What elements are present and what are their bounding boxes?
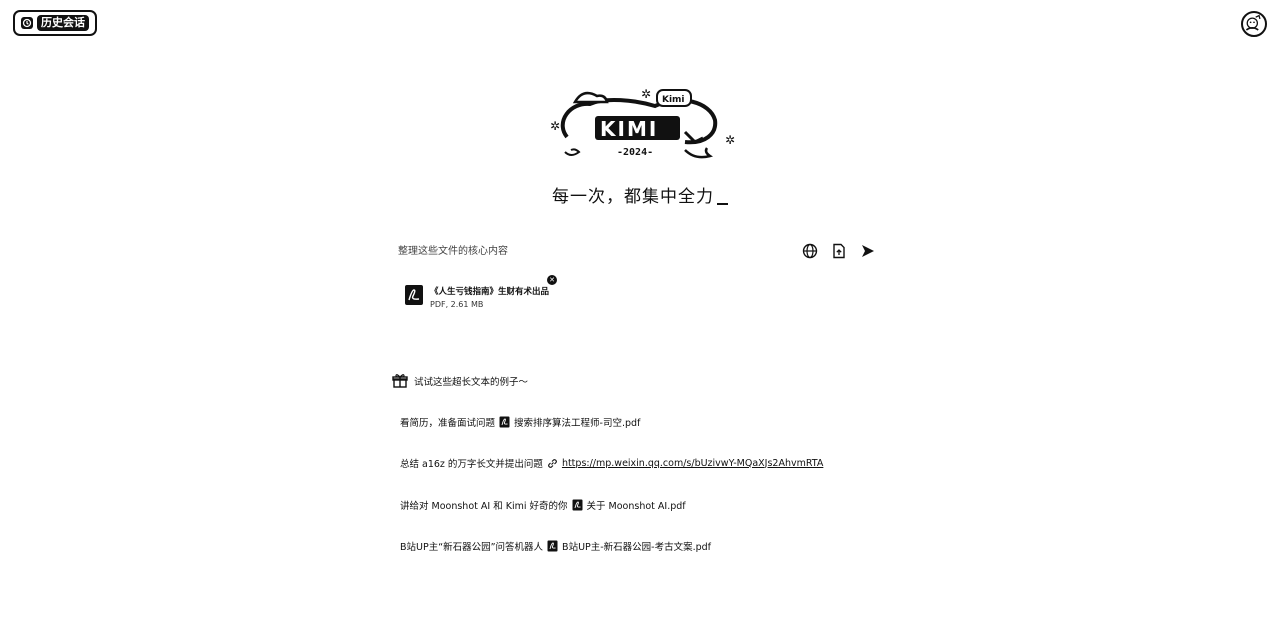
sparkle-icon: ✲ (641, 87, 651, 101)
slogan-text: 每一次，都集中全力 (552, 187, 714, 207)
user-avatar[interactable] (1241, 11, 1267, 37)
examples-heading-text: 试试这些超长文本的例子～ (414, 377, 529, 388)
example-prompt: B站UP主“新石器公园”问答机器人 (400, 542, 544, 553)
kimi-2024-logo: ✲ ✲ ✲ KIMI Kimi -2024- (545, 82, 740, 167)
send-button[interactable] (859, 242, 877, 260)
web-search-button[interactable] (801, 242, 819, 260)
upload-file-button[interactable] (830, 242, 848, 260)
example-prompt: 总结 a16z 的万字长文并提出问题 (400, 459, 543, 470)
slogan: 每一次，都集中全力 (0, 182, 1280, 207)
example-link[interactable]: https://mp.weixin.qq.com/s/bUzivwY-MQaXJ… (562, 458, 823, 469)
pdf-icon (404, 284, 424, 306)
example-item[interactable]: 总结 a16z 的万字长文并提出问题 https://mp.weixin.qq.… (400, 456, 823, 471)
example-item[interactable]: B站UP主“新石器公园”问答机器人 B站UP主-新石器公园-考古文案.pdf (400, 539, 711, 553)
globe-icon (802, 243, 818, 259)
gift-box-icon (392, 373, 408, 389)
typing-cursor (717, 203, 728, 205)
pdf-icon (547, 540, 558, 552)
history-icon (20, 16, 34, 30)
example-prompt: 看简历，准备面试问题 (400, 418, 496, 429)
file-upload-icon (833, 243, 845, 259)
remove-file-button[interactable]: ✕ (547, 275, 557, 285)
chat-input[interactable] (398, 244, 778, 255)
sparkle-icon: ✲ (550, 119, 560, 133)
example-file: 搜索排序算法工程师-司空.pdf (514, 418, 641, 429)
history-label: 历史会话 (37, 15, 89, 31)
sparkle-icon: ✲ (725, 133, 735, 147)
pdf-icon (499, 416, 510, 428)
example-file: B站UP主-新石器公园-考古文案.pdf (562, 542, 712, 553)
history-button[interactable]: 历史会话 (13, 10, 97, 36)
link-icon (547, 458, 558, 469)
attached-file-name: 《人生亏钱指南》生财有术出品 (430, 287, 550, 297)
send-icon (862, 245, 874, 257)
example-item[interactable]: 看简历，准备面试问题 搜索排序算法工程师-司空.pdf (400, 415, 640, 429)
example-file: 关于 Moonshot AI.pdf (586, 501, 686, 512)
example-item[interactable]: 讲给对 Moonshot AI 和 Kimi 好奇的你 关于 Moonshot … (400, 498, 686, 512)
pdf-icon (572, 499, 583, 511)
examples-heading: 试试这些超长文本的例子～ (392, 373, 528, 389)
attached-file-meta: PDF, 2.61 MB (430, 300, 484, 309)
attached-file-card[interactable]: 《人生亏钱指南》生财有术出品 PDF, 2.61 MB (404, 282, 554, 316)
svg-text:KIMI: KIMI (600, 117, 658, 141)
svg-text:Kimi: Kimi (662, 95, 685, 105)
logo-year: -2024- (617, 147, 653, 158)
avatar-illustration (1245, 14, 1261, 31)
example-prompt: 讲给对 Moonshot AI 和 Kimi 好奇的你 (400, 501, 568, 512)
